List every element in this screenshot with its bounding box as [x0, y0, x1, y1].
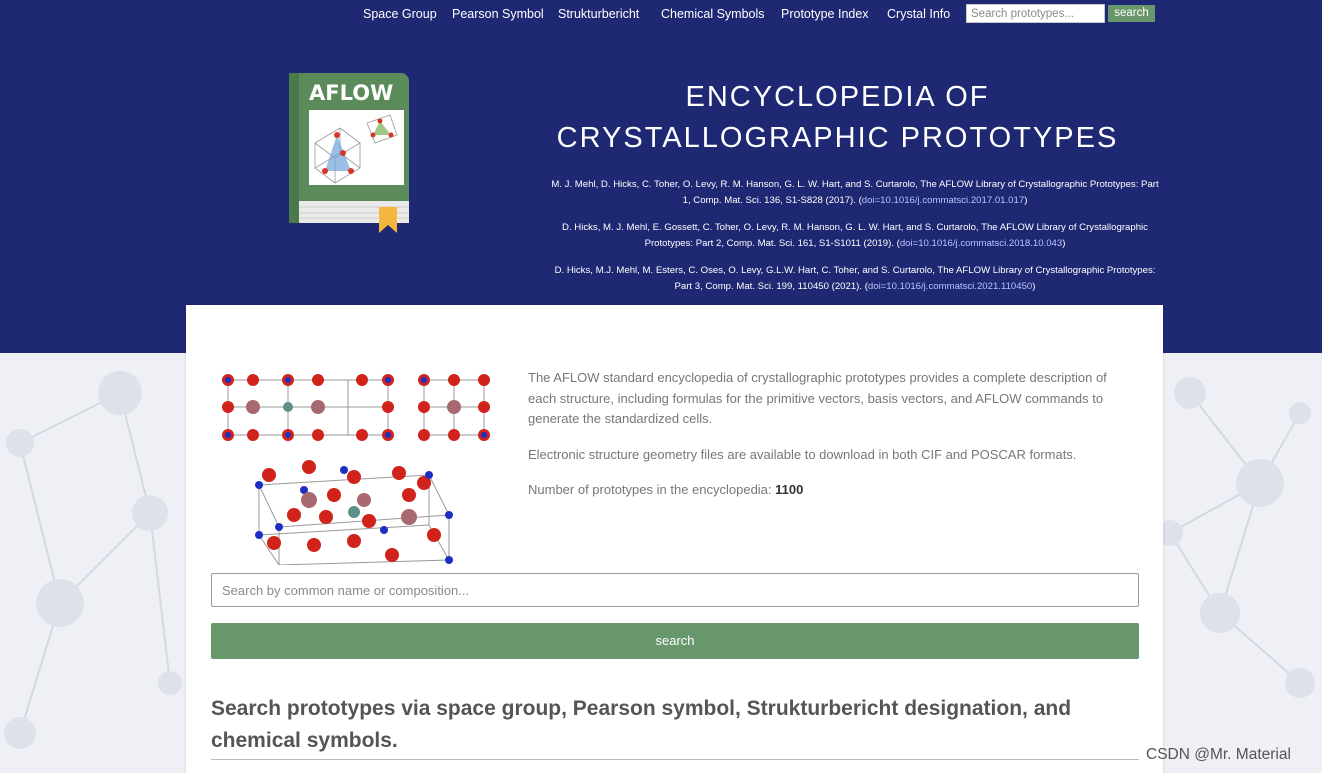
- nav-link-crystal-info[interactable]: Crystal Info: [887, 6, 950, 22]
- nav-link-space-group[interactable]: Space Group: [363, 6, 437, 22]
- citation-part-1: M. J. Mehl, D. Hicks, C. Toher, O. Levy,…: [550, 177, 1160, 209]
- citation-tail: ): [1062, 238, 1066, 249]
- citation-text: M. J. Mehl, D. Hicks, C. Toher, O. Levy,…: [551, 179, 1159, 206]
- crystal-structure-image: [222, 374, 490, 565]
- citation-tail: ): [1024, 195, 1028, 206]
- nav-link-pearson-symbol[interactable]: Pearson Symbol: [452, 6, 544, 22]
- nav-link-chemical-symbols[interactable]: Chemical Symbols: [661, 6, 765, 22]
- top-navigation-bar: Space Group Pearson Symbol Strukturberic…: [0, 0, 1322, 39]
- prototype-search-input[interactable]: [211, 573, 1139, 607]
- prototype-count: Number of prototypes in the encyclopedia…: [528, 480, 1128, 501]
- description-paragraph: The AFLOW standard encyclopedia of cryst…: [528, 370, 1107, 426]
- aflow-book-logo: AFLOW: [289, 73, 409, 233]
- main-content-card: The AFLOW standard encyclopedia of cryst…: [186, 305, 1163, 773]
- title-line-2: CRYSTALLOGRAPHIC PROTOTYPES: [556, 122, 1119, 154]
- nav-link-strukturbericht[interactable]: Strukturbericht: [558, 6, 639, 22]
- citation-tail: ): [1032, 281, 1036, 292]
- citation-part-3: D. Hicks, M.J. Mehl, M. Esters, C. Oses,…: [550, 263, 1160, 295]
- citation-text: D. Hicks, M.J. Mehl, M. Esters, C. Oses,…: [554, 265, 1156, 292]
- file-formats-note: Electronic structure geometry files are …: [528, 446, 1077, 462]
- watermark-text: CSDN @Mr. Material: [1146, 746, 1291, 763]
- nav-search-button[interactable]: search: [1108, 5, 1155, 22]
- prototype-search-button[interactable]: search: [211, 623, 1139, 659]
- nav-search-input[interactable]: [966, 4, 1105, 23]
- nav-link-prototype-index[interactable]: Prototype Index: [781, 6, 869, 22]
- doi-link[interactable]: doi=10.1016/j.commatsci.2021.110450: [868, 281, 1032, 292]
- citation-part-2: D. Hicks, M. J. Mehl, E. Gossett, C. Toh…: [550, 220, 1160, 252]
- doi-link[interactable]: doi=10.1016/j.commatsci.2017.01.017: [862, 195, 1024, 206]
- title-line-1: ENCYCLOPEDIA OF: [685, 81, 990, 113]
- page-title: ENCYCLOPEDIA OF CRYSTALLOGRAPHIC PROTOTY…: [540, 77, 1135, 159]
- doi-link[interactable]: doi=10.1016/j.commatsci.2018.10.043: [900, 238, 1062, 249]
- logo-text: AFLOW: [309, 81, 393, 105]
- section-heading: Search prototypes via space group, Pears…: [211, 693, 1139, 760]
- description-block: The AFLOW standard encyclopedia of cryst…: [528, 368, 1128, 516]
- count-value: 1100: [775, 482, 804, 497]
- count-label: Number of prototypes in the encyclopedia…: [528, 482, 776, 497]
